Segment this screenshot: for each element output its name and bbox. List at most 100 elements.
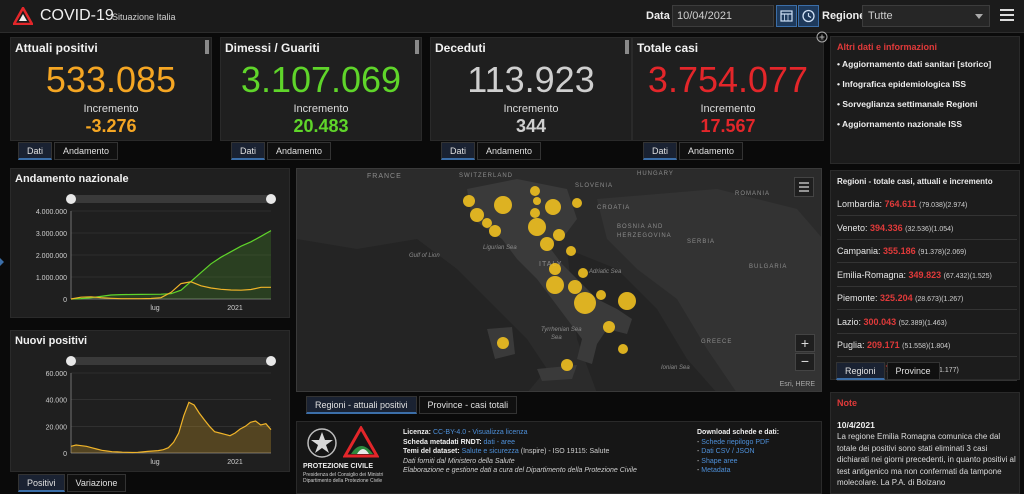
card-value: 3.107.069: [240, 59, 402, 100]
card-value: 533.085: [45, 59, 177, 100]
tab-province-casi-totali[interactable]: Province - casi totali: [418, 396, 518, 414]
tab-dati[interactable]: Dati: [18, 142, 53, 160]
link-label[interactable]: Sorveglianza settimanale Regioni: [842, 99, 977, 109]
trend-panel-title: Andamento nazionale: [15, 173, 129, 185]
expand-icon[interactable]: [816, 31, 828, 43]
region-total: 300.043: [863, 316, 897, 327]
x-tick-label: lug: [150, 305, 159, 312]
dataset-info: Licenza: CC-BY-4.0 - Visualizza licenza …: [403, 428, 693, 476]
region-name: Lombardia:: [837, 199, 883, 209]
app-title: COVID-19: [40, 7, 114, 24]
region-current: (32.536): [905, 225, 932, 233]
hamburger-menu-icon[interactable]: [1000, 9, 1014, 21]
y-tick-label: 40.000: [46, 398, 68, 405]
tab-andamento[interactable]: Andamento: [267, 142, 332, 160]
tab-regioni-attuali-positivi[interactable]: Regioni - attuali positivi: [306, 396, 417, 414]
download-link[interactable]: Dati CSV / JSON: [701, 448, 754, 455]
region-name: Veneto:: [837, 222, 868, 233]
region-current: (91.378): [918, 249, 945, 256]
license-view-link[interactable]: Visualizza licenza: [472, 429, 527, 436]
y-tick-label: 20.000: [46, 424, 68, 431]
link-item[interactable]: • Aggiornamento nazionale ISS: [837, 119, 1017, 130]
terms-link[interactable]: Salute e sicurezza: [462, 448, 519, 455]
region-row[interactable]: Campania: 355.186 (91.378)(2.069): [837, 240, 1017, 263]
x-tick-label: lug: [150, 459, 159, 466]
download-link[interactable]: Schede riepilogo PDF: [701, 439, 769, 446]
region-row[interactable]: Lombardia: 764.611 (79.038)(2.974): [837, 193, 1017, 216]
card-increment-label: Incremento: [503, 103, 559, 115]
region-row[interactable]: Piemonte: 325.204 (28.673)(1.267): [837, 287, 1017, 310]
region-increment: (1.054): [931, 225, 954, 233]
date-input[interactable]: 10/04/2021: [672, 5, 774, 27]
tab-dati[interactable]: Dati: [643, 142, 678, 160]
y-tick-label: 0: [63, 297, 67, 304]
region-bubble: [596, 290, 606, 300]
region-bubble: [603, 321, 615, 333]
card-tabs: Dati Andamento: [441, 142, 543, 160]
link-label[interactable]: Aggiornamento nazionale ISS: [842, 119, 962, 129]
expand-left-icon[interactable]: [0, 258, 4, 266]
range-slider-track: [71, 195, 271, 203]
region-bubble: [618, 344, 628, 354]
region-total: 355.186: [883, 246, 916, 256]
note-date: 10/4/2021: [837, 420, 875, 430]
calendar-button[interactable]: [776, 5, 797, 27]
zoom-in-button[interactable]: +: [795, 334, 815, 352]
card-dimessi-guariti: Dimessi / Guariti 3.107.069 Incremento 2…: [220, 37, 422, 141]
zoom-out-button[interactable]: −: [795, 353, 815, 371]
rndt-link[interactable]: dati - aree: [484, 439, 516, 446]
layer-list-button[interactable]: [794, 177, 814, 197]
tab-andamento[interactable]: Andamento: [477, 142, 542, 160]
card-title: Dimessi / Guariti: [225, 41, 320, 55]
tab-andamento[interactable]: Andamento: [679, 142, 744, 160]
tab-province[interactable]: Province: [886, 362, 940, 380]
tab-dati[interactable]: Dati: [231, 142, 266, 160]
link-label[interactable]: Aggiornamento dati sanitari [storico]: [842, 59, 991, 69]
scrollbar[interactable]: [415, 40, 419, 54]
card-tabs: Dati Andamento: [643, 142, 745, 160]
link-item[interactable]: • Aggiornamento dati sanitari [storico]: [837, 59, 1017, 70]
link-label[interactable]: Infografica epidemiologica ISS: [842, 79, 966, 89]
elab-line: Elaborazione e gestione dati a cura del …: [403, 467, 637, 474]
download-link[interactable]: Shape aree: [701, 458, 737, 465]
scrollbar[interactable]: [625, 40, 629, 54]
region-row[interactable]: Veneto: 394.336 (32.536)(1.054): [837, 217, 1017, 240]
terms-label: Temi del dataset:: [403, 448, 460, 455]
scrollbar[interactable]: [205, 40, 209, 54]
region-row[interactable]: Lazio: 300.043 (52.389)(1.463): [837, 311, 1017, 334]
region-increment: (1.804): [928, 343, 951, 350]
card-attuali-positivi: Attuali positivi 533.085 Incremento -3.2…: [10, 37, 212, 141]
region-bubble: [540, 237, 554, 251]
region-total: 325.204: [880, 293, 913, 303]
region-row[interactable]: Emilia-Romagna: 349.823 (67.432)(1.525): [837, 264, 1017, 287]
y-tick-label: 60.000: [46, 371, 68, 378]
regions-panel: Regioni - totale casi, attuali e increme…: [830, 170, 1020, 381]
region-current: (51.558): [902, 343, 929, 350]
regions-tabs: Regioni Province: [836, 362, 942, 380]
history-button[interactable]: [798, 5, 819, 27]
region-total: 349.823: [908, 269, 942, 280]
region-row[interactable]: Puglia: 209.171 (51.558)(1.804): [837, 334, 1017, 357]
download-link[interactable]: Metadata: [701, 467, 730, 474]
tab-positivi[interactable]: Positivi: [18, 474, 65, 492]
license-link[interactable]: CC-BY-4.0: [433, 429, 466, 436]
tab-regioni[interactable]: Regioni: [836, 362, 885, 380]
map-view[interactable]: FRANCE SWITZERLAND HUNGARY ROMANIA SLOVE…: [296, 168, 822, 392]
tab-andamento[interactable]: Andamento: [54, 142, 119, 160]
tab-variazione[interactable]: Variazione: [66, 474, 127, 492]
card-increment: -3.276: [85, 116, 137, 136]
card-title: Attuali positivi: [15, 41, 98, 55]
region-bubble: [494, 196, 512, 214]
region-current: (79.038): [919, 202, 946, 209]
link-item[interactable]: • Infografica epidemiologica ISS: [837, 79, 1017, 90]
source-line: Dati forniti dal Ministero della Salute: [403, 457, 515, 465]
range-slider-handle: [266, 194, 276, 204]
terms-rest: (Inspire) - ISO 19115: Salute: [520, 448, 610, 455]
tab-dati[interactable]: Dati: [441, 142, 476, 160]
region-select[interactable]: Tutte: [862, 5, 990, 27]
region-select-value: Tutte: [868, 10, 893, 22]
region-bubble: [561, 359, 573, 371]
y-tick-label: 2.000.000: [36, 253, 67, 260]
y-tick-label: 1.000.000: [36, 275, 67, 282]
link-item[interactable]: • Sorveglianza settimanale Regioni: [837, 99, 1017, 110]
